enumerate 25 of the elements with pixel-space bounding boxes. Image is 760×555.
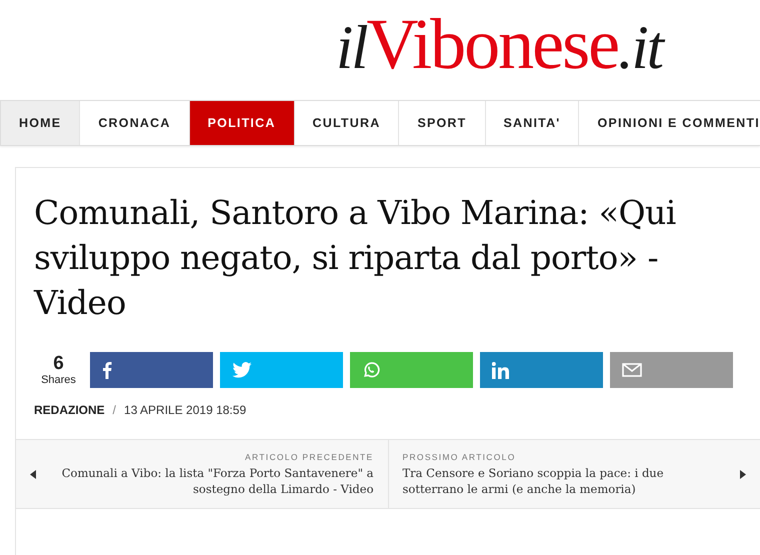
whatsapp-icon: [362, 361, 380, 379]
facebook-icon: [102, 361, 112, 379]
whatsapp-button[interactable]: [350, 352, 473, 388]
next-article-link[interactable]: PROSSIMO ARTICOLO Tra Censore e Soriano scoppia la pace: i due sotterrano le armi (e anche la memoria): [388, 440, 760, 508]
article-title: Comunali, Santoro a Vibo Marina: «Qui sviluppo negato, si riparta dal porto» - Video: [34, 192, 677, 324]
author-name[interactable]: REDAZIONE: [34, 403, 105, 417]
left-arrow-icon: [30, 470, 36, 478]
share-count: 6: [53, 354, 64, 374]
twitter-button[interactable]: [220, 352, 343, 388]
separator: /: [112, 403, 116, 417]
right-arrow-icon: [740, 470, 746, 478]
nav-tab[interactable]: CULTURA: [294, 101, 400, 145]
nav-tab[interactable]: POLITICA: [190, 101, 295, 145]
email-icon: [622, 363, 642, 377]
nav-tab[interactable]: SPORT: [399, 101, 486, 145]
email-button[interactable]: [610, 352, 733, 388]
linkedin-button[interactable]: [480, 352, 603, 388]
previous-article-link[interactable]: ARTICOLO PRECEDENTE Comunali a Vibo: la lista "Forza Porto Santavenere" a sostegno della Limardo - Video: [16, 440, 388, 508]
twitter-icon: [232, 362, 252, 378]
publish-date: 13 APRILE 2019 18:59: [124, 403, 246, 417]
nav-tab[interactable]: HOME: [1, 101, 80, 145]
linkedin-icon: [492, 362, 510, 378]
nav-tab[interactable]: OPINIONI E COMMENTI: [579, 101, 760, 145]
shares-label: Shares: [41, 374, 76, 386]
nav-tab[interactable]: SANITA': [486, 101, 580, 145]
